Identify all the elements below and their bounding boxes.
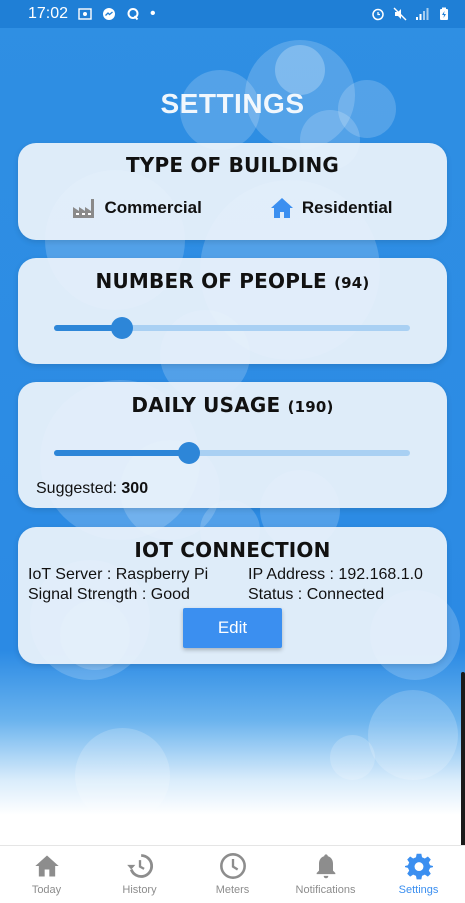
people-slider-thumb[interactable] xyxy=(110,317,133,339)
status-bar: 17:02 • xyxy=(0,0,465,28)
status-time: 17:02 xyxy=(28,5,69,22)
usage-value: (190) xyxy=(287,398,334,416)
usage-title-row: DAILY USAGE (190) xyxy=(18,393,447,417)
mute-icon xyxy=(393,7,407,21)
nav-meters-label: Meters xyxy=(215,884,250,896)
iot-title: IOT CONNECTION xyxy=(134,538,331,562)
clock-icon xyxy=(219,853,246,879)
factory-icon xyxy=(73,199,95,218)
iot-server: IoT Server : Raspberry Pi xyxy=(28,566,209,583)
bell-icon xyxy=(316,854,335,879)
usage-slider-fill xyxy=(54,450,190,456)
page-title: SETTINGS xyxy=(160,88,305,119)
suggested-label: Suggested: xyxy=(36,480,117,497)
people-value: (94) xyxy=(334,274,370,292)
usage-slider[interactable] xyxy=(54,442,410,464)
history-icon xyxy=(126,854,153,878)
iot-details: IoT Server : Raspberry Pi IP Address : 1… xyxy=(18,566,447,604)
home-icon xyxy=(270,198,293,218)
suggested-value: 300 xyxy=(121,480,149,497)
signal-icon xyxy=(416,8,429,20)
nav-today[interactable]: Today xyxy=(0,846,93,903)
people-slider[interactable] xyxy=(54,317,410,339)
people-title-row: NUMBER OF PEOPLE (94) xyxy=(18,269,447,293)
messenger-icon xyxy=(103,8,116,20)
daily-usage-card: DAILY USAGE (190) Suggested: 300 xyxy=(18,382,447,508)
home-icon xyxy=(34,855,59,877)
nav-settings[interactable]: Settings xyxy=(372,846,465,903)
usage-title: DAILY USAGE xyxy=(131,393,281,417)
people-title: NUMBER OF PEOPLE xyxy=(95,269,327,293)
nav-notifications[interactable]: Notifications xyxy=(279,846,372,903)
usage-slider-thumb[interactable] xyxy=(178,442,201,464)
nav-history[interactable]: History xyxy=(93,846,186,903)
battery-charging-icon xyxy=(440,7,448,20)
q-app-icon xyxy=(127,8,139,21)
status-right xyxy=(371,7,451,21)
alarm-icon xyxy=(372,8,384,21)
nav-today-label: Today xyxy=(31,884,62,896)
number-of-people-card: NUMBER OF PEOPLE (94) xyxy=(18,258,447,364)
status-dot: • xyxy=(150,5,156,22)
bottom-navigation: Today History Meters Notifications Setti… xyxy=(0,845,465,903)
nav-meters[interactable]: Meters xyxy=(186,846,279,903)
suggested-usage: Suggested: 300 xyxy=(36,480,148,498)
residential-option[interactable]: Residential xyxy=(270,197,393,219)
iot-status: Status : Connected xyxy=(248,586,385,603)
screenshot-icon xyxy=(78,8,92,20)
iot-ip-address: IP Address : 192.168.1.0 xyxy=(248,566,423,583)
edge-handle xyxy=(461,672,465,860)
iot-signal-strength: Signal Strength : Good xyxy=(28,586,190,603)
status-left: 17:02 • xyxy=(28,5,156,23)
building-options: Commercial Residential xyxy=(18,197,447,219)
nav-history-label: History xyxy=(122,884,157,896)
nav-settings-label: Settings xyxy=(398,884,439,896)
gear-icon xyxy=(404,853,433,880)
building-type-card: TYPE OF BUILDING Commercial Residential xyxy=(18,143,447,240)
edit-button[interactable]: Edit xyxy=(183,608,282,648)
nav-notifications-label: Notifications xyxy=(295,884,356,896)
building-type-title: TYPE OF BUILDING xyxy=(125,153,340,177)
iot-connection-card: IOT CONNECTION IoT Server : Raspberry Pi… xyxy=(18,527,447,664)
commercial-label: Commercial xyxy=(104,198,202,217)
residential-label: Residential xyxy=(301,198,393,217)
commercial-option[interactable]: Commercial xyxy=(72,197,202,219)
